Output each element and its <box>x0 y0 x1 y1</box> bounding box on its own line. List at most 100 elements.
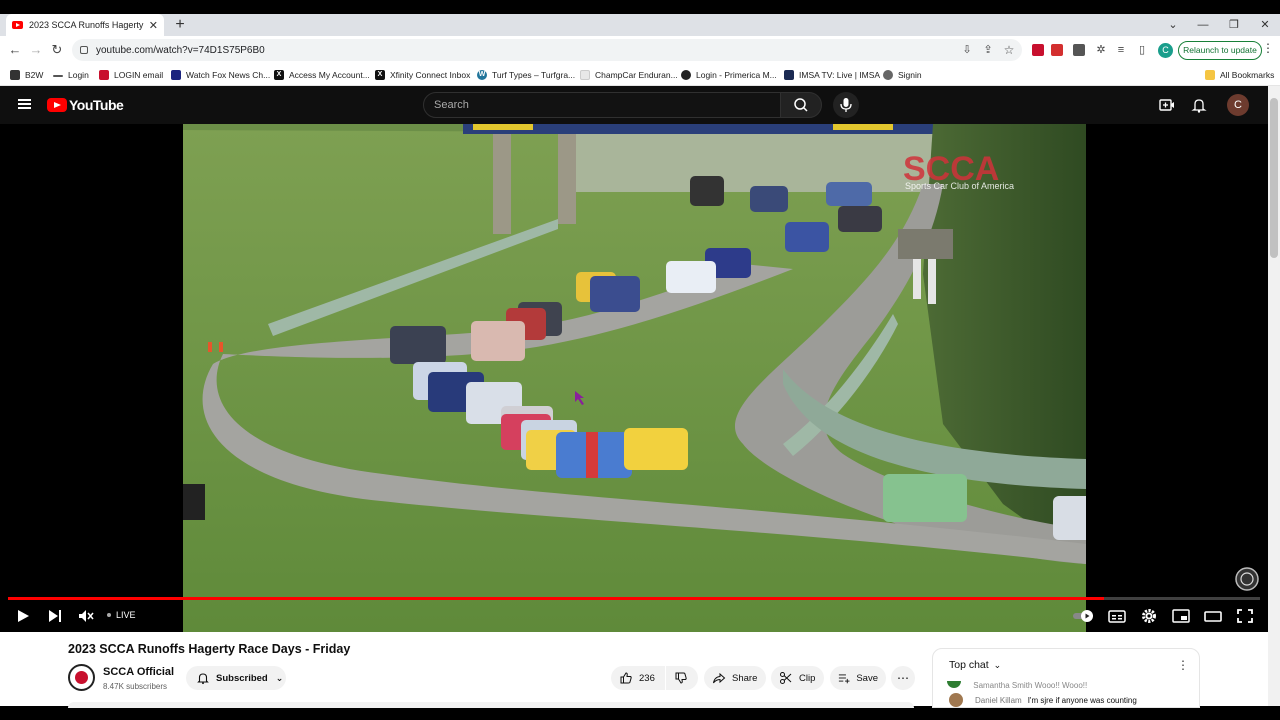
share-button[interactable]: Share <box>704 666 766 690</box>
chat-menu-icon[interactable]: ⋮ <box>1177 658 1189 672</box>
chat-message-text: Samantha Smith Wooo!! Wooo!! <box>973 681 1088 690</box>
extension-lastpass-icon[interactable] <box>1032 44 1044 56</box>
notifications-bell-icon[interactable] <box>1190 96 1208 114</box>
site-info-icon[interactable] <box>80 46 88 54</box>
close-tab-icon[interactable]: ✕ <box>149 19 158 32</box>
youtube-logo[interactable]: YouTube <box>47 97 124 113</box>
restore-icon[interactable]: ❐ <box>1224 17 1244 33</box>
like-button[interactable]: 236 <box>611 666 665 690</box>
subscribed-label: Subscribed <box>216 672 268 684</box>
subtitles-button[interactable] <box>1106 606 1128 626</box>
youtube-header: YouTube Search C <box>0 86 1268 124</box>
bookmark-turf-types[interactable]: W Turf Types – Turfgra... <box>477 68 575 82</box>
save-button[interactable]: Save <box>830 666 886 690</box>
relaunch-button[interactable]: Relaunch to update <box>1178 41 1262 60</box>
theater-mode-button[interactable] <box>1202 606 1224 626</box>
extension-grid-icon[interactable] <box>1073 44 1085 56</box>
fullscreen-button[interactable] <box>1234 606 1256 626</box>
shield-icon <box>681 70 691 80</box>
more-horizontal-icon: ⋯ <box>897 671 909 685</box>
dislike-button[interactable] <box>666 666 698 690</box>
autoplay-toggle-icon <box>1073 610 1093 622</box>
profile-avatar[interactable]: C <box>1158 43 1173 58</box>
video-player[interactable]: SCCA Sports Car Club of America LIVE <box>0 124 1268 632</box>
play-button[interactable] <box>12 606 34 626</box>
extension-pdf-icon[interactable] <box>1051 44 1063 56</box>
clip-button[interactable]: Clip <box>771 666 824 690</box>
race-footage-image: SCCA Sports Car Club of America <box>183 124 1086 632</box>
voice-search-button[interactable] <box>833 92 859 118</box>
bookmark-fox-news[interactable]: Watch Fox News Ch... <box>171 68 270 82</box>
close-window-icon[interactable]: ✕ <box>1255 17 1275 33</box>
live-indicator[interactable]: LIVE <box>107 610 136 620</box>
bookmark-label: Watch Fox News Ch... <box>186 70 271 80</box>
miniplayer-button[interactable] <box>1170 606 1192 626</box>
chat-title: Top chat <box>949 659 989 671</box>
video-frame[interactable]: SCCA Sports Car Club of America <box>183 124 1086 632</box>
next-button[interactable] <box>44 606 66 626</box>
bookmark-b2w[interactable]: B2W <box>10 68 43 82</box>
subscribed-button[interactable]: Subscribed ⌄ <box>186 666 286 690</box>
install-icon[interactable]: ⇩ <box>958 41 976 59</box>
hamburger-menu-icon[interactable] <box>18 99 31 109</box>
channel-name[interactable]: SCCA Official <box>103 666 174 678</box>
share-page-icon[interactable]: ⇪ <box>979 41 997 59</box>
bookmark-access-account[interactable]: X Access My Account... <box>274 68 370 82</box>
chat-author-name: Daniel Killam <box>975 695 1022 705</box>
page-scrollbar[interactable] <box>1268 86 1280 706</box>
chat-message-text: I'm sjre if anyone was counting <box>1027 695 1137 705</box>
bell-icon <box>197 673 209 685</box>
bookmark-signin[interactable]: Signin <box>883 68 922 82</box>
bookmark-login-email[interactable]: LOGIN email <box>99 68 163 82</box>
channel-watermark-icon[interactable] <box>1234 566 1260 592</box>
scrollbar-thumb[interactable] <box>1270 98 1278 258</box>
bookmark-primerica[interactable]: Login - Primerica M... <box>681 68 777 82</box>
url-input[interactable]: youtube.com/watch?v=74D1S75P6B0 <box>72 39 1022 61</box>
reading-list-icon[interactable]: ≡ <box>1112 41 1130 59</box>
thumbs-up-icon <box>620 672 632 684</box>
settings-button[interactable] <box>1138 606 1160 626</box>
back-icon[interactable]: ← <box>6 41 24 59</box>
browser-tab[interactable]: 2023 SCCA Runoffs Hagerty Race Days - Fr… <box>6 14 164 36</box>
bookmark-champcar[interactable]: ChampCar Enduran... <box>580 68 678 82</box>
search-button[interactable] <box>780 92 822 118</box>
browser-menu-icon[interactable]: ⋮ <box>1262 41 1274 55</box>
tab-search-icon[interactable]: ⌄ <box>1163 17 1183 33</box>
dash-icon <box>53 74 63 77</box>
share-arrow-icon <box>713 672 726 684</box>
autoplay-toggle[interactable] <box>1072 606 1094 626</box>
account-avatar[interactable]: C <box>1227 94 1249 116</box>
live-label: LIVE <box>116 610 136 620</box>
create-video-icon[interactable] <box>1158 96 1176 114</box>
fullscreen-icon <box>1237 609 1253 623</box>
all-bookmarks-button[interactable]: All Bookmarks <box>1205 68 1274 82</box>
chat-mode-selector[interactable]: Top chat ⌄ <box>949 659 1001 671</box>
more-actions-button[interactable]: ⋯ <box>891 666 915 690</box>
search-icon <box>794 98 808 112</box>
channel-avatar[interactable] <box>68 664 95 691</box>
side-panel-icon[interactable]: ▯ <box>1133 41 1151 59</box>
bookmark-star-icon[interactable]: ☆ <box>1000 41 1018 59</box>
progress-bar[interactable] <box>8 597 1260 600</box>
description-box[interactable] <box>68 702 914 708</box>
minimize-icon[interactable]: — <box>1193 17 1213 33</box>
reload-icon[interactable]: ↻ <box>48 41 66 59</box>
extensions-puzzle-icon[interactable]: ✲ <box>1092 41 1110 59</box>
bookmark-label: Signin <box>898 70 922 80</box>
new-tab-button[interactable]: + <box>172 16 188 34</box>
bookmark-xfinity[interactable]: X Xfinity Connect Inbox <box>375 68 470 82</box>
fox-icon <box>171 70 181 80</box>
mute-button[interactable] <box>75 606 97 626</box>
youtube-favicon-icon <box>12 21 23 29</box>
bookmark-label: IMSA TV: Live | IMSA <box>799 70 881 80</box>
bookmark-imsa-tv[interactable]: IMSA TV: Live | IMSA <box>784 68 880 82</box>
live-chat-panel: Top chat ⌄ ⋮ Samantha Smith Wooo!! Wooo!… <box>932 648 1200 708</box>
forward-icon[interactable]: → <box>27 41 45 59</box>
thumbs-down-icon <box>675 672 687 684</box>
bookmark-label: Login - Primerica M... <box>696 70 777 80</box>
search-input[interactable]: Search <box>423 92 781 118</box>
bookmark-label: Access My Account... <box>289 70 370 80</box>
tab-title: 2023 SCCA Runoffs Hagerty Race Days - Fr… <box>29 20 145 30</box>
bookmark-login[interactable]: Login <box>53 68 89 82</box>
all-bookmarks-label: All Bookmarks <box>1220 70 1275 80</box>
